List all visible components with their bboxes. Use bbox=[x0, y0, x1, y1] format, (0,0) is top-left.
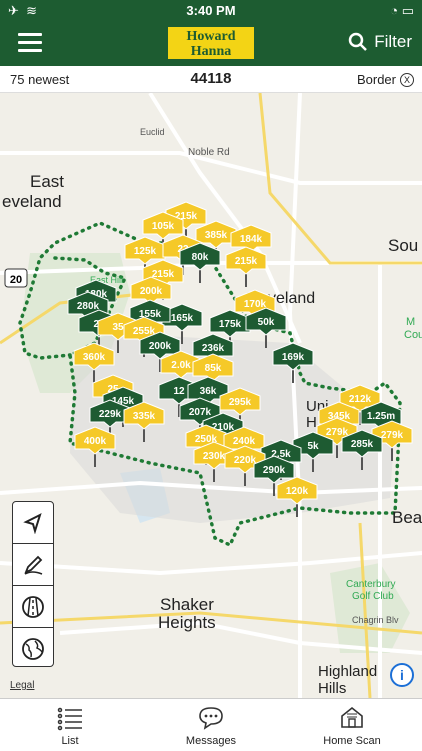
listing-price: 12 bbox=[173, 386, 185, 397]
info-icon[interactable]: i bbox=[390, 663, 414, 687]
listing-price: 200k bbox=[140, 286, 163, 297]
listing-price: 360k bbox=[83, 352, 106, 363]
listing-price: 200k bbox=[149, 341, 172, 352]
globe-icon bbox=[22, 637, 44, 660]
listing-pin[interactable]: 215k bbox=[225, 246, 267, 287]
tab-messages[interactable]: Messages bbox=[141, 699, 281, 751]
menu-icon[interactable] bbox=[18, 33, 42, 53]
listing-price: 290k bbox=[263, 465, 286, 476]
listing-price: 105k bbox=[152, 221, 175, 232]
map-label-east-cleveland-1: East bbox=[30, 172, 64, 191]
list-icon bbox=[57, 707, 82, 731]
map-view[interactable]: 20 East eveland Shaker Heights Highland Hills… bbox=[0, 93, 422, 698]
filter-button[interactable]: Filter bbox=[348, 32, 412, 52]
map-label-euclid: Euclid bbox=[140, 127, 165, 137]
tab-home-scan[interactable]: Home Scan bbox=[282, 699, 422, 751]
listing-price: 50k bbox=[258, 317, 275, 328]
listing-pin[interactable]: 80k bbox=[179, 242, 221, 283]
legal-link[interactable]: Legal bbox=[10, 680, 34, 691]
pencil-icon bbox=[24, 555, 43, 575]
app-header: Howard Hanna Filter bbox=[0, 22, 422, 66]
listing-price: 1.25m bbox=[367, 411, 395, 422]
listing-price: 236k bbox=[202, 343, 225, 354]
search-icon bbox=[348, 32, 368, 51]
listing-price: 175k bbox=[219, 319, 242, 330]
listing-price: 215k bbox=[235, 256, 258, 267]
route-shield-icon: 20 bbox=[4, 268, 28, 288]
listing-price: 125k bbox=[134, 246, 157, 257]
map-label-chagrin: Chagrin Blv bbox=[352, 615, 399, 625]
road-button[interactable] bbox=[13, 586, 53, 628]
close-icon[interactable]: X bbox=[400, 72, 414, 87]
listing-price: 5k bbox=[307, 441, 319, 452]
filter-label: Filter bbox=[374, 32, 412, 51]
listing-price: 280k bbox=[77, 301, 100, 312]
road-icon bbox=[22, 595, 44, 618]
listing-price: 170k bbox=[244, 299, 267, 310]
battery-icons: ◔ ▭ bbox=[390, 3, 414, 18]
listing-price: 212k bbox=[349, 394, 372, 405]
listing-price: 335k bbox=[133, 411, 156, 422]
svg-text:20: 20 bbox=[10, 274, 22, 286]
globe-button[interactable] bbox=[13, 628, 53, 669]
location-arrow-icon bbox=[23, 512, 42, 534]
map-label-noble: Noble Rd bbox=[188, 147, 230, 158]
map-label-univ2: H bbox=[306, 414, 317, 431]
tab-bar: List Messages Home Scan bbox=[0, 698, 422, 751]
listing-price: 385k bbox=[205, 230, 228, 241]
listing-price: 85k bbox=[205, 363, 222, 374]
tab-list-label: List bbox=[61, 735, 79, 747]
border-label: Border bbox=[356, 72, 396, 87]
listing-price: 184k bbox=[240, 234, 263, 245]
status-bar: ✈ ︎ ≋ 3:40 PM ◔ ▭ bbox=[0, 0, 422, 22]
map-label-highland-1: Highland bbox=[318, 663, 377, 680]
locate-button[interactable] bbox=[13, 502, 53, 544]
map-label-bea: Bea bbox=[392, 508, 422, 527]
map-label-canterbury-2: Golf Club bbox=[352, 591, 394, 602]
map-label-shaker-2: Heights bbox=[158, 613, 216, 632]
listing-price: 295k bbox=[229, 397, 252, 408]
results-bar: 75 newest 44118 Border X bbox=[0, 66, 422, 93]
chat-bubble-icon bbox=[199, 707, 223, 730]
logo-line2: Hanna bbox=[190, 44, 232, 59]
map-label-moc: M bbox=[406, 316, 415, 328]
listing-price: 240k bbox=[233, 436, 256, 447]
home-scan-icon bbox=[341, 706, 363, 728]
listing-price: 36k bbox=[200, 386, 217, 397]
map-label-shaker-1: Shaker bbox=[160, 595, 214, 614]
map-label-east-cleveland-2: eveland bbox=[2, 192, 62, 211]
listing-price: 165k bbox=[171, 313, 194, 324]
border-toggle[interactable]: Border X bbox=[357, 72, 414, 87]
map-canvas[interactable]: 20 Easteveland ShakerHeights HighlandHills… bbox=[0, 93, 422, 698]
status-time: 3:40 PM bbox=[186, 3, 236, 18]
listing-price: 120k bbox=[286, 486, 309, 497]
tab-list[interactable]: List bbox=[0, 699, 140, 751]
draw-button[interactable] bbox=[13, 544, 53, 586]
listing-price: 279k bbox=[381, 430, 404, 441]
brand-logo: Howard Hanna bbox=[166, 25, 256, 61]
listing-price: 230k bbox=[203, 451, 226, 462]
listing-price: 400k bbox=[84, 436, 107, 447]
tab-messages-label: Messages bbox=[185, 735, 237, 747]
tab-home-scan-label: Home Scan bbox=[323, 735, 381, 747]
listing-price: 229k bbox=[99, 409, 122, 420]
listing-price: 285k bbox=[351, 439, 374, 450]
listing-price: 207k bbox=[189, 407, 212, 418]
listing-price: 220k bbox=[234, 455, 257, 466]
map-label-cou: Cou bbox=[404, 329, 422, 341]
listing-price: 169k bbox=[282, 352, 305, 363]
listing-price: 2.0k bbox=[171, 360, 191, 371]
listing-price: 80k bbox=[192, 252, 209, 263]
map-tools bbox=[12, 501, 54, 667]
map-label-highland-2: Hills bbox=[318, 680, 346, 697]
map-label-sou: Sou bbox=[388, 236, 418, 255]
listing-price: 35 bbox=[112, 322, 124, 333]
map-label-canterbury-1: Canterbury bbox=[346, 579, 395, 590]
logo-line1: Howard bbox=[186, 29, 236, 44]
